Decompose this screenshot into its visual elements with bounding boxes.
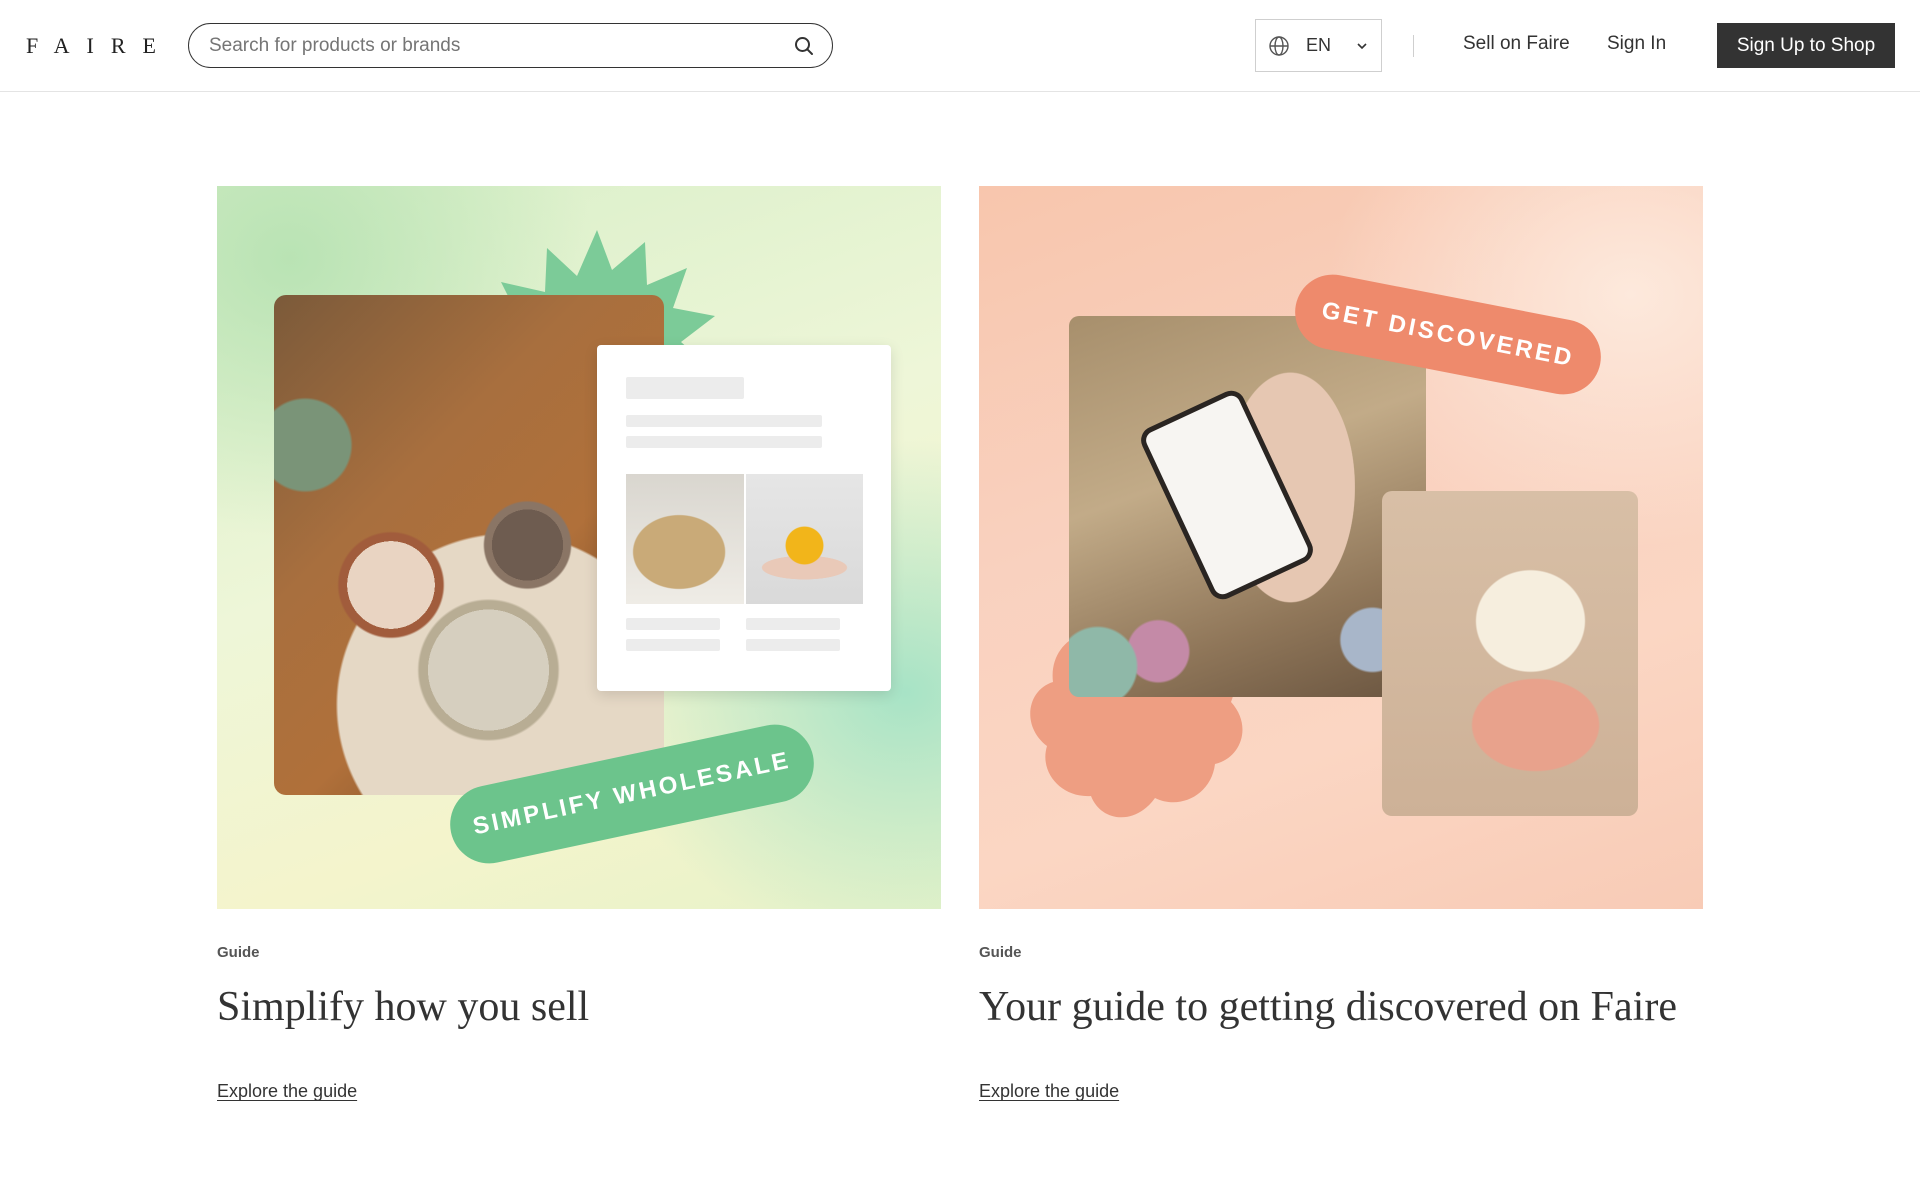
- card-category-label: Guide: [217, 944, 260, 961]
- chevron-down-icon: [1355, 39, 1369, 53]
- nav-divider: [1413, 35, 1414, 57]
- globe-icon: [1268, 35, 1290, 57]
- card-title[interactable]: Simplify how you sell: [217, 983, 941, 1031]
- language-code: EN: [1306, 35, 1332, 55]
- card-title[interactable]: Your guide to getting discovered on Fair…: [979, 983, 1703, 1031]
- mock-text-bar: [746, 639, 840, 651]
- sign-in-link[interactable]: Sign In: [1607, 33, 1666, 55]
- mock-text-bar: [626, 618, 720, 630]
- explore-guide-link[interactable]: Explore the guide: [979, 1081, 1119, 1102]
- sign-up-to-shop-button[interactable]: Sign Up to Shop: [1717, 23, 1895, 68]
- mock-text-bar: [626, 639, 720, 651]
- explore-guide-link[interactable]: Explore the guide: [217, 1081, 357, 1102]
- mock-text-bar: [626, 415, 822, 427]
- top-nav-bar: FAIRE EN Sell on Faire Sign In Sign Up t: [0, 0, 1920, 92]
- mock-product-image: [626, 474, 744, 604]
- search-icon[interactable]: [794, 36, 814, 56]
- language-selector[interactable]: EN: [1255, 19, 1382, 72]
- soap-bar-photo: [1382, 491, 1638, 816]
- product-listing-mockup: [597, 345, 891, 691]
- mock-text-bar: [626, 436, 822, 448]
- mock-product-image: [746, 474, 863, 604]
- faire-logo[interactable]: FAIRE: [26, 33, 173, 59]
- guide-card-simplify[interactable]: SIMPLIFY WHOLESALE Guide Simplify how yo…: [217, 186, 941, 1102]
- search-input[interactable]: [209, 34, 794, 57]
- mock-text-bar: [746, 618, 840, 630]
- guide-card-image[interactable]: SIMPLIFY WHOLESALE: [217, 186, 941, 909]
- mock-title-bar: [626, 377, 744, 399]
- guide-card-discovered[interactable]: GET DISCOVERED Guide Your guide to getti…: [979, 186, 1703, 1102]
- card-category-label: Guide: [979, 944, 1022, 961]
- guide-card-image[interactable]: GET DISCOVERED: [979, 186, 1703, 909]
- sell-on-faire-link[interactable]: Sell on Faire: [1463, 33, 1570, 55]
- search-box[interactable]: [188, 23, 833, 68]
